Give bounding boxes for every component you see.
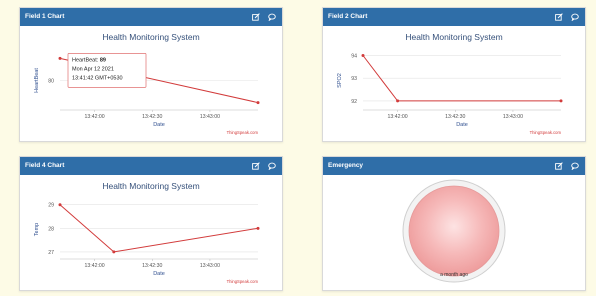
emergency-header: Emergency [323,157,585,175]
field1-header: Field 1 Chart [20,8,282,26]
chart-title: Health Monitoring System [405,32,502,42]
credit-label: ThingSpeak.com [227,279,259,284]
x-tick-label: 13:42:30 [445,114,465,120]
comment-icon[interactable] [268,13,276,21]
data-point [256,226,260,230]
y-axis-label: SPO2 [337,73,343,88]
y-axis-label: HeartBeat [34,68,40,93]
x-tick-label: 13:42:00 [388,114,408,120]
y-tick-label: 27 [48,250,54,256]
y-tick-label: 94 [351,54,357,60]
field2-header: Field 2 Chart [323,8,585,26]
chart-title: Health Monitoring System [102,181,199,191]
y-tick-label: 93 [351,76,357,82]
x-tick-label: 13:42:00 [85,263,105,269]
x-tick-label: 13:43:00 [200,263,220,269]
field1-widget: Field 1 Chart Health Monitoring System 80… [19,7,283,142]
x-tick-label: 13:43:00 [200,114,220,120]
tooltip-number: 89 [100,57,106,63]
x-tick-label: 13:42:00 [85,114,105,120]
field1-title: Field 1 Chart [25,13,65,20]
x-tick-label: 13:42:30 [142,114,162,120]
data-point [559,99,563,103]
tooltip: HeartBeat: 89 Mon Apr 12 2021 13:41:42 GMT… [67,53,147,88]
emergency-widget: Emergency a month ago [322,156,586,291]
edit-icon[interactable] [252,13,260,21]
data-point [58,56,62,60]
chart-title: Health Monitoring System [102,32,199,42]
x-axis-label: Date [153,271,165,277]
emergency-title: Emergency [328,162,364,169]
data-point [396,99,400,103]
data-point [112,250,116,254]
data-point [58,203,62,207]
x-tick-label: 13:43:00 [503,114,523,120]
y-tick-label: 92 [351,99,357,105]
y-axis-label: Temp [34,223,40,236]
data-point [256,101,260,105]
tooltip-date: Mon Apr 12 2021 [72,66,114,72]
tooltip-label: HeartBeat: [72,57,100,63]
tooltip-time: 13:41:42 GMT+0530 [72,75,123,81]
edit-icon[interactable] [555,13,563,21]
field4-chart: Health Monitoring System 29 28 27 13:42:00 13… [34,181,260,284]
comment-icon[interactable] [571,13,579,21]
y-tick-label: 80 [48,79,54,85]
credit-label: ThingSpeak.com [227,130,259,135]
comment-icon[interactable] [268,162,276,170]
x-axis-label: Date [456,122,468,128]
emergency-timestamp: a month ago [440,272,468,278]
edit-icon[interactable] [252,162,260,170]
edit-icon[interactable] [555,162,563,170]
x-axis-label: Date [153,122,165,128]
credit-label: ThingSpeak.com [530,130,562,135]
field4-widget: Field 4 Chart Health Monitoring System 29… [19,156,283,291]
tooltip-value: HeartBeat: 89 [72,57,106,63]
field4-title: Field 4 Chart [25,162,65,169]
y-tick-label: 28 [48,226,54,232]
data-point [361,54,365,58]
field4-header: Field 4 Chart [20,157,282,175]
field2-widget: Field 2 Chart Health Monitoring System 94… [322,7,586,142]
emergency-lamp [408,185,500,277]
y-tick-label: 29 [48,203,54,209]
field2-title: Field 2 Chart [328,13,368,20]
field1-chart: Health Monitoring System 80 13:42:00 13:42:… [34,32,260,135]
x-tick-label: 13:42:30 [142,263,162,269]
comment-icon[interactable] [571,162,579,170]
field2-chart: Health Monitoring System 94 93 92 13:42:00 13… [337,32,563,135]
